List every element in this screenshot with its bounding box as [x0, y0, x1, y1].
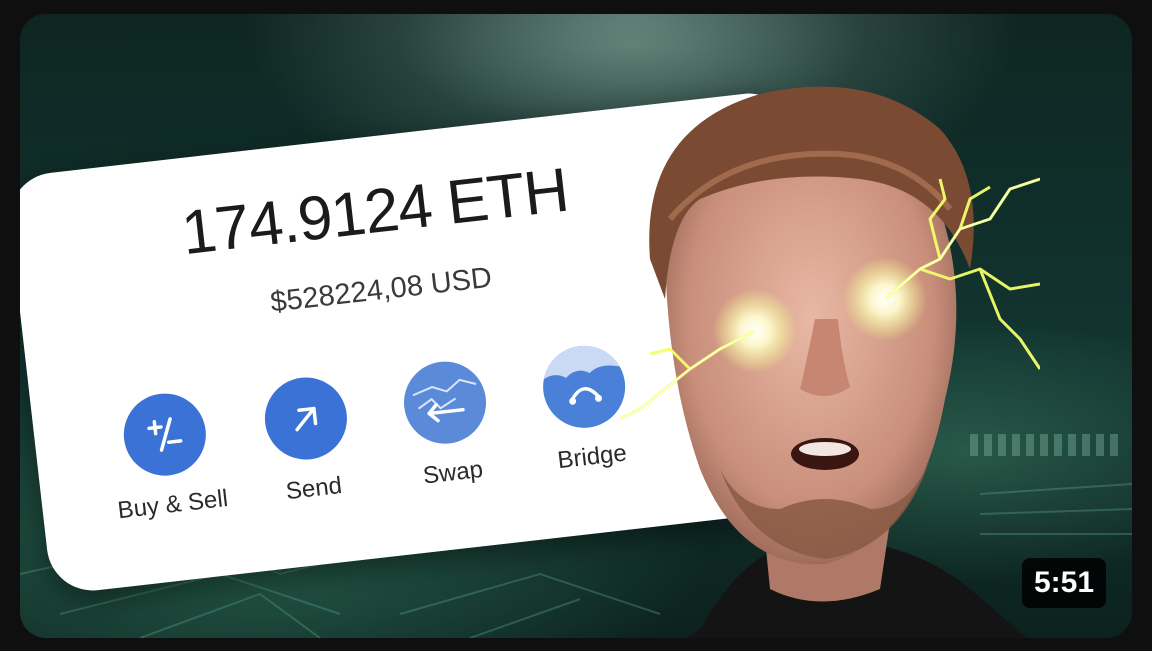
person-image: [619, 86, 1040, 638]
swap-arrows-icon: [399, 357, 491, 449]
eth-balance: 174.9124 ETH: [178, 155, 572, 269]
video-thumbnail[interactable]: 174.9124 ETH $528224,08 USD Buy & Sell S…: [20, 14, 1132, 638]
video-duration-badge: 5:51: [1021, 558, 1106, 608]
send-label: Send: [284, 471, 344, 506]
swap-action: Swap: [381, 355, 514, 494]
buy-sell-label: Buy & Sell: [116, 484, 230, 525]
usd-balance: $528224,08 USD: [268, 261, 494, 319]
send-action: Send: [242, 371, 375, 510]
swap-label: Swap: [421, 455, 485, 490]
plus-minus-icon: [119, 389, 211, 480]
buy-sell-action: Buy & Sell: [101, 387, 234, 526]
arrow-up-right-icon: [260, 373, 352, 464]
